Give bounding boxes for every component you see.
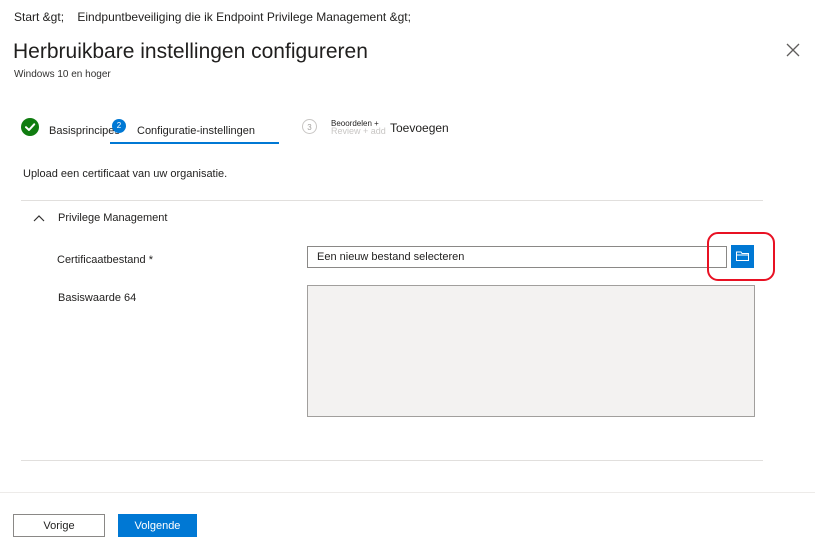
step-review-add[interactable]: Toevoegen [390, 121, 449, 135]
footer-divider [0, 492, 815, 493]
step-configuration[interactable]: Configuratie-instellingen [137, 125, 255, 137]
chevron-up-icon[interactable] [31, 211, 47, 225]
active-step-indicator [110, 142, 279, 144]
page-subtitle: Windows 10 en hoger [14, 69, 111, 80]
previous-button[interactable]: Vorige [13, 514, 105, 537]
next-button[interactable]: Volgende [118, 514, 197, 537]
step-number-2: 2 [112, 119, 126, 133]
step-number-3: 3 [302, 119, 317, 134]
step-basics[interactable]: Basisprincipes [49, 125, 120, 137]
page-title: Herbruikbare instellingen configureren [13, 40, 368, 63]
breadcrumb-path[interactable]: Eindpuntbeveiliging die ik Endpoint Priv… [77, 10, 411, 24]
divider [21, 200, 763, 201]
certificate-file-input[interactable] [307, 246, 727, 268]
base64-value-label: Basiswaarde 64 [58, 292, 137, 304]
certificate-file-label: Certificaatbestand * [57, 254, 153, 266]
close-icon[interactable] [784, 41, 802, 59]
checkmark-icon [21, 118, 39, 136]
section-title-privilege-management[interactable]: Privilege Management [58, 212, 167, 224]
highlight-annotation [707, 232, 775, 281]
breadcrumb-home[interactable]: Start &gt; [14, 10, 64, 24]
section-description: Upload een certificaat van uw organisati… [23, 168, 228, 180]
divider [21, 460, 763, 461]
step-review-small-label: Beoordelen + [331, 119, 379, 128]
base64-value-textarea[interactable] [307, 285, 755, 417]
breadcrumb: Start &gt; Eindpuntbeveiliging die ik En… [14, 10, 411, 24]
